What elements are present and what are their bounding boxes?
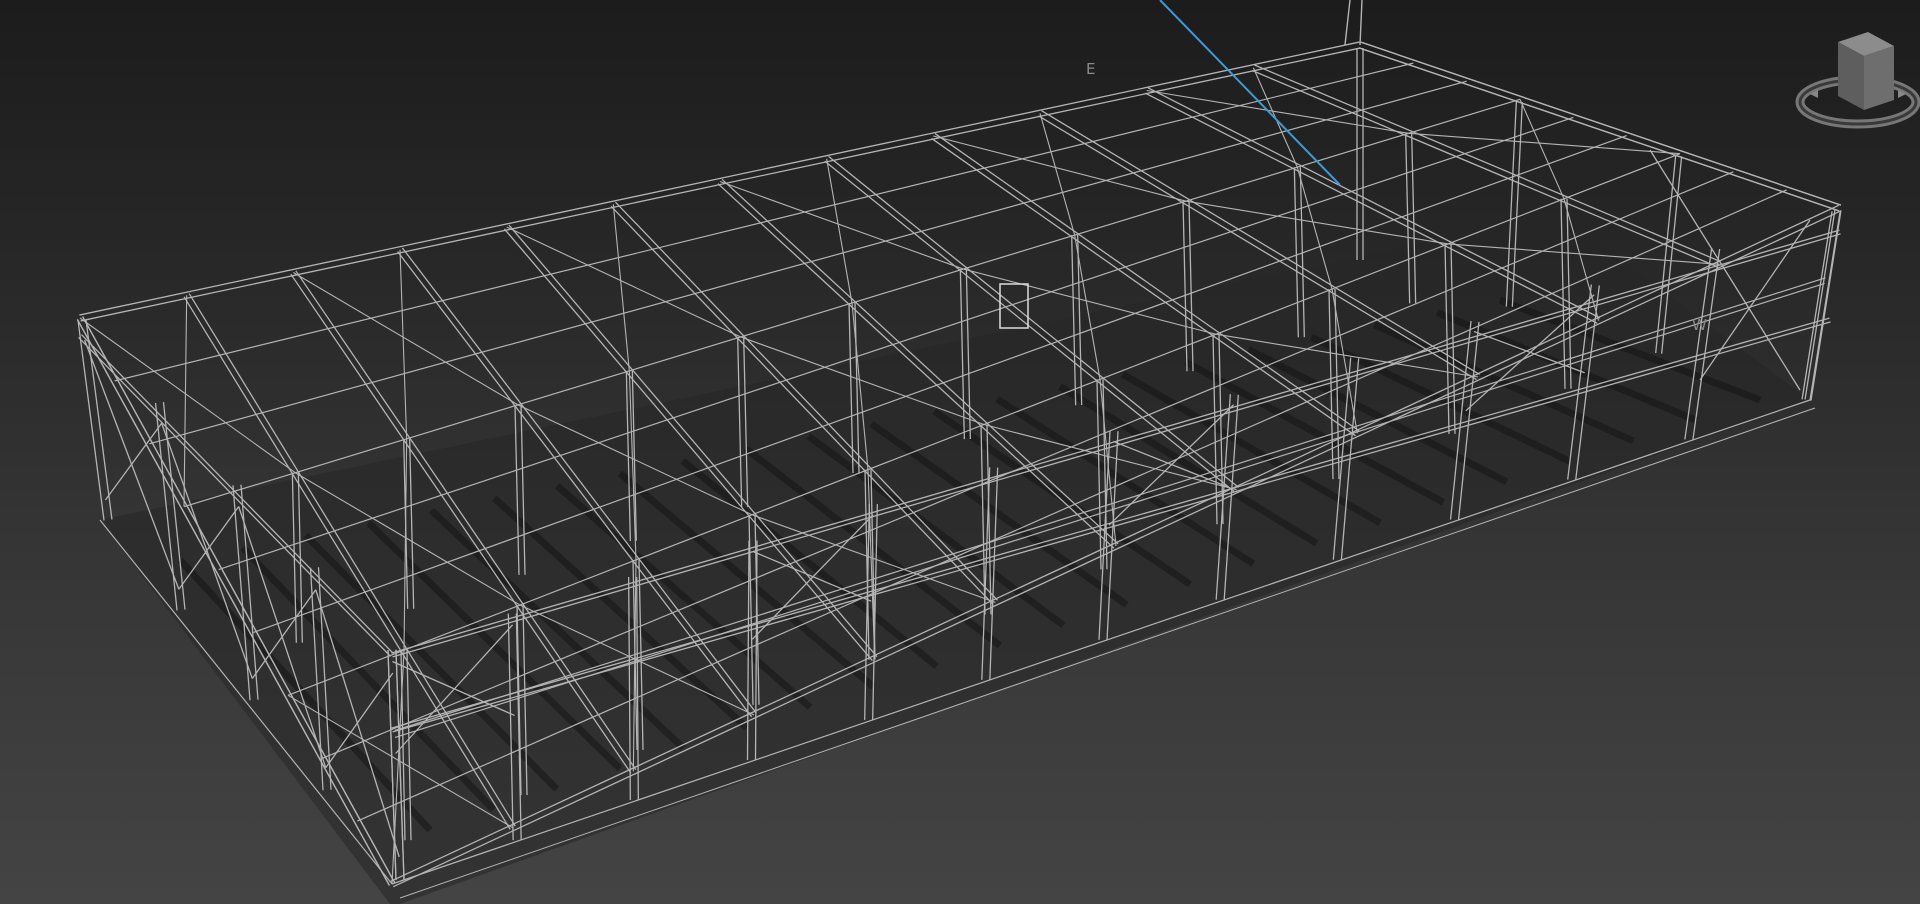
3d-viewport[interactable]: E W <box>0 0 1920 904</box>
wireframe-scene[interactable] <box>0 0 1920 904</box>
compass-west-label: W <box>1692 316 1707 334</box>
axis-line <box>1159 0 1341 186</box>
viewcube-icon[interactable] <box>1788 24 1920 134</box>
compass-east-label: E <box>1086 60 1096 78</box>
